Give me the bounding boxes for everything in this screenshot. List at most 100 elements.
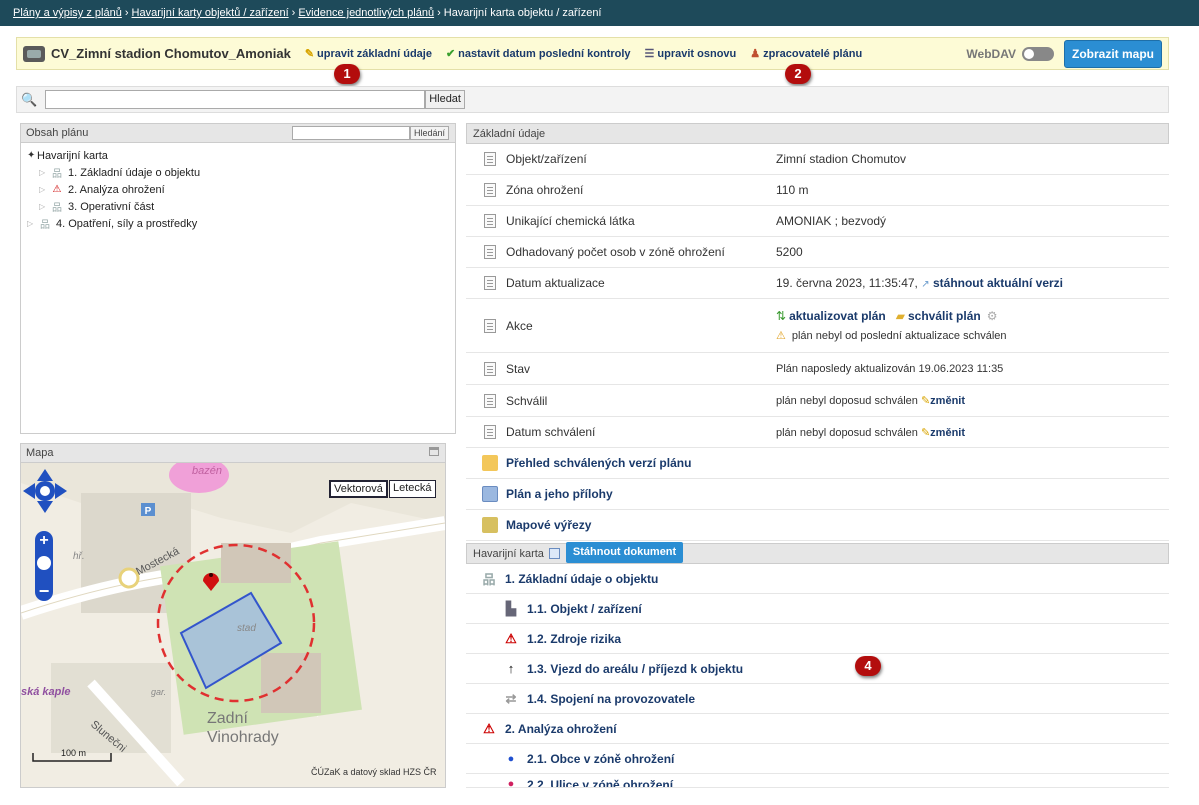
map-icon <box>482 517 498 533</box>
card-item-label: 2.2. Ulice v zóně ohrožení <box>527 778 674 788</box>
card-item[interactable]: ↑ 1.3. Vjezd do areálu / příjezd k objekt… <box>466 654 1169 684</box>
tree-root[interactable]: ✦ Havarijní karta <box>27 147 455 164</box>
map-label-gar: gar. <box>151 687 166 697</box>
breadcrumb-link-plans[interactable]: Plány a výpisy z plánů <box>13 7 122 19</box>
breadcrumb-current: Havarijní karta objektu / zařízení <box>443 7 602 19</box>
info-label: Stav <box>506 361 531 376</box>
edit-basic-button[interactable]: ✎ upravit základní údaje <box>305 47 432 61</box>
gear-icon[interactable]: ⚙ <box>987 309 998 323</box>
layer-vector-button[interactable]: Vektorová <box>329 480 388 498</box>
info-value: 110 m <box>776 183 809 197</box>
maximize-icon[interactable] <box>429 447 439 456</box>
warning-icon: ⚠ <box>776 330 786 342</box>
info-label: Akce <box>506 318 533 333</box>
download-current-link[interactable]: stáhnout aktuální verzi <box>933 276 1063 290</box>
update-plan-link[interactable]: aktualizovat plán <box>789 309 886 323</box>
map-panel-title: Mapa <box>26 447 54 459</box>
document-icon <box>484 318 496 333</box>
info-row: Zóna ohrožení 110 m <box>466 175 1169 206</box>
approve-plan-link[interactable]: schválit plán <box>908 309 981 323</box>
tree-item-label: 3. Operativní část <box>68 200 155 213</box>
info-row-akce: Akce ⇅ aktualizovat plán ▰ schválit plán ⚙ ⚠… <box>466 299 1169 353</box>
page-title: CV_Zimní stadion Chomutov_Amoniak <box>51 46 291 61</box>
warning-icon: ⚠ <box>483 720 495 736</box>
expand-icon: ▷ <box>39 185 46 194</box>
webdav-toggle-group: WebDAV <box>966 46 1054 61</box>
webdav-toggle[interactable] <box>1021 46 1054 61</box>
download-document-button[interactable]: Stáhnout dokument <box>565 541 684 563</box>
plan-attachments-label: Plán a jeho přílohy <box>506 487 613 501</box>
emergency-card-header: Havarijní karta Stáhnout dokument <box>466 541 1169 564</box>
card-item-label: 1.3. Vjezd do areálu / příjezd k objektu <box>527 661 744 676</box>
expand-icon: ▷ <box>27 219 34 228</box>
tree-item-label: 4. Opatření, síly a prostředky <box>56 217 198 230</box>
processors-button[interactable]: ♟ zpracovatelé plánu <box>750 47 862 61</box>
change-approver-link[interactable]: změnit <box>930 395 965 407</box>
search-button[interactable]: Hledat <box>425 90 465 109</box>
approved-versions-link[interactable]: Přehled schválených verzí plánu <box>466 448 1169 479</box>
set-date-button[interactable]: ✔ nastavit datum poslední kontroly <box>446 47 631 61</box>
sitemap-icon: 品 <box>52 203 62 214</box>
info-label: Datum aktualizace <box>506 276 605 290</box>
layer-aerial-button[interactable]: Letecká <box>389 480 436 498</box>
document-icon <box>484 361 496 376</box>
tree-item[interactable]: ▷ 品 3. Operativní část <box>27 198 455 215</box>
plan-attachments-link[interactable]: Plán a jeho přílohy <box>466 479 1169 510</box>
folder-icon: ▰ <box>895 308 905 323</box>
card-item-label: 2. Analýza ohrožení <box>505 721 617 736</box>
card-item[interactable]: ⚠ 2. Analýza ohrožení <box>466 714 1169 744</box>
info-value: plán nebyl doposud schválen <box>776 395 918 407</box>
info-label: Schválil <box>506 393 548 408</box>
folder-icon <box>482 455 498 471</box>
card-item[interactable]: ⇄ 1.4. Spojení na provozovatele <box>466 684 1169 714</box>
breadcrumb-link-cards[interactable]: Havarijní karty objektů / zařízení <box>132 7 289 19</box>
approved-versions-label: Přehled schválených verzí plánu <box>506 456 692 470</box>
edit-basic-label: upravit základní údaje <box>317 47 432 60</box>
map-sections-label: Mapové výřezy <box>506 518 592 532</box>
outline-find: Hledání <box>291 126 449 140</box>
show-map-button[interactable]: Zobrazit mapu <box>1063 39 1162 68</box>
change-approval-date-link[interactable]: změnit <box>930 427 965 439</box>
tree-item[interactable]: ▷ ⚠ 2. Analýza ohrožení <box>27 181 455 198</box>
breadcrumb: Plány a výpisy z plánů › Havarijní karty o… <box>0 0 1199 26</box>
card-item[interactable]: ⚠ 1.2. Zdroje rizika <box>466 624 1169 654</box>
outline-find-button[interactable]: Hledání <box>409 126 449 140</box>
map-canvas[interactable]: P bazén stad Mostecká hř. gar. ská kaple… <box>21 463 445 787</box>
card-item-label: 2.1. Obce v zóně ohrožení <box>527 751 675 766</box>
map-graphic[interactable]: P bazén stad Mostecká hř. gar. ská kaple… <box>21 463 445 787</box>
basic-info-header: Základní údaje <box>466 123 1169 144</box>
breadcrumb-separator: › <box>437 7 441 19</box>
outline-find-input[interactable] <box>291 126 410 140</box>
basic-info-panel: Základní údaje Objekt/zařízení Zimní stad… <box>466 123 1169 788</box>
factory-icon: ▙ <box>506 600 516 616</box>
breadcrumb-link-evidence[interactable]: Evidence jednotlivých plánů <box>298 7 434 19</box>
zoom-control[interactable]: + − <box>35 531 53 601</box>
annotation-badge: 1 <box>334 64 360 84</box>
refresh-icon: ⇅ <box>776 308 787 323</box>
card-item[interactable]: ▙ 1.1. Objekt / zařízení <box>466 594 1169 624</box>
card-item[interactable]: ● 2.1. Obce v zóně ohrožení <box>466 744 1169 774</box>
map-label-bazen: bazén <box>192 465 222 477</box>
basic-info-title: Základní údaje <box>473 127 546 140</box>
tree-item[interactable]: ▷ 品 4. Opatření, síly a prostředky <box>27 215 455 232</box>
document-icon <box>482 486 498 502</box>
search-input[interactable] <box>45 90 426 109</box>
expand-icon: ▷ <box>39 202 46 211</box>
card-item-label: 1. Základní údaje o objektu <box>505 571 659 586</box>
info-row-datum: Datum aktualizace 19. června 2023, 11:35:… <box>466 268 1169 299</box>
tree-item[interactable]: ▷ 品 1. Základní údaje o objektu <box>27 164 455 181</box>
tree-item-label: 1. Základní údaje o objektu <box>68 166 201 179</box>
card-item[interactable]: 品 1. Základní údaje o objektu <box>466 564 1169 594</box>
document-icon <box>484 183 496 197</box>
pencil-icon: ✎ <box>920 426 931 439</box>
sitemap-icon: 品 <box>52 169 62 180</box>
map-sections-link[interactable]: Mapové výřezy <box>466 510 1169 541</box>
card-item[interactable]: ● 2.2. Ulice v zóně ohrožení <box>466 774 1169 788</box>
info-label: Objekt/zařízení <box>506 152 587 166</box>
webdav-label: WebDAV <box>966 46 1016 61</box>
document-icon <box>484 152 496 166</box>
set-date-label: nastavit datum poslední kontroly <box>458 47 631 60</box>
search-icon: 🔍 <box>21 91 38 107</box>
red-dot-icon: ● <box>507 778 515 788</box>
edit-outline-button[interactable]: ☰ upravit osnovu <box>645 47 737 61</box>
